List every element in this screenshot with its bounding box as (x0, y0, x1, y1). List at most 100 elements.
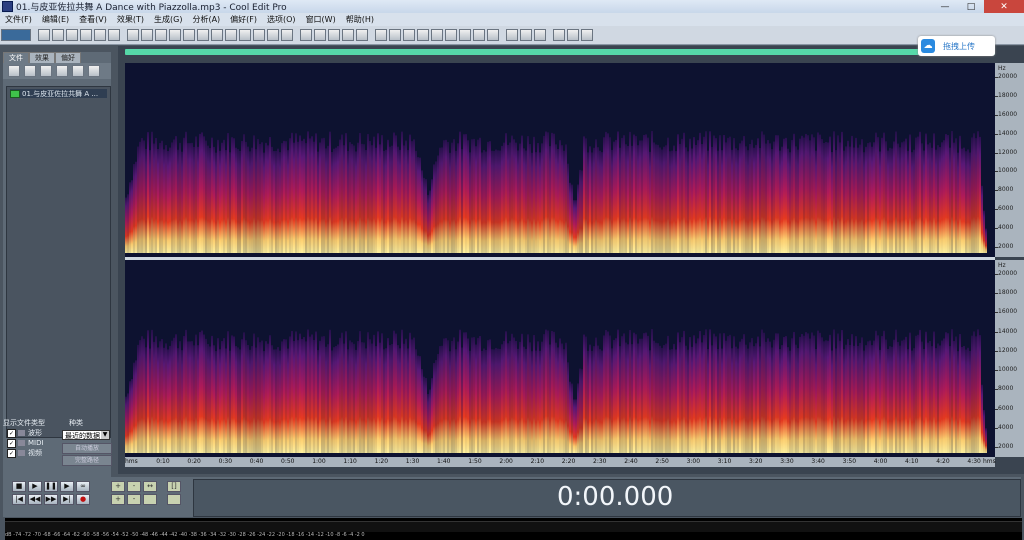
waveform-view-icon[interactable] (300, 29, 312, 41)
close-file-icon[interactable] (80, 29, 92, 41)
fx-special-icon[interactable] (473, 29, 485, 41)
multitrack-toggle-button[interactable] (1, 29, 31, 41)
spectrogram-right-channel[interactable] (125, 260, 995, 457)
cd-icon[interactable] (553, 29, 565, 41)
go-to-start-button[interactable]: |◀ (12, 494, 26, 505)
import-icon[interactable] (24, 65, 36, 77)
pan-view-icon[interactable] (328, 29, 340, 41)
silence-icon[interactable] (239, 29, 251, 41)
spectrum-column (709, 131, 711, 253)
fx-filter-icon[interactable] (417, 29, 429, 41)
paste-new-icon[interactable] (211, 29, 223, 41)
redo-icon[interactable] (141, 29, 153, 41)
info-icon[interactable] (88, 65, 100, 77)
play-file-icon[interactable] (72, 65, 84, 77)
checkbox-icon[interactable]: ✓ (7, 448, 16, 458)
autoplay-button[interactable]: 自动播放 (62, 443, 112, 454)
view-range-bar[interactable] (125, 49, 995, 55)
fast-forward-button[interactable]: ▶▶ (44, 494, 58, 505)
pause-button[interactable]: ❚❚ (44, 481, 58, 492)
list-item[interactable]: 01.与皮亚佐拉共舞 A ... (10, 89, 107, 98)
delete-icon[interactable] (253, 29, 265, 41)
zoom-selection-button[interactable]: [] (167, 481, 181, 492)
zoom-in-horizontal-button[interactable]: + (111, 481, 125, 492)
full-path-button[interactable]: 完整路径 (62, 455, 112, 466)
rewind-button[interactable]: ◀◀ (28, 494, 42, 505)
stop-button[interactable]: ■ (12, 481, 26, 492)
play-button[interactable]: ▶ (28, 481, 42, 492)
channel-view-icon[interactable] (356, 29, 368, 41)
cut-icon[interactable] (155, 29, 167, 41)
menu-view[interactable]: 查看(V) (74, 14, 112, 25)
mark-icon[interactable] (281, 29, 293, 41)
file-list[interactable]: 01.与皮亚佐拉共舞 A ... (6, 86, 111, 438)
spectral-view-icon[interactable] (314, 29, 326, 41)
spectrogram-left-channel[interactable] (125, 63, 995, 257)
list-icon[interactable] (56, 65, 68, 77)
menu-file[interactable]: 文件(F) (0, 14, 37, 25)
cloud-upload-button[interactable]: ☁ 拖拽上传 (918, 36, 995, 56)
close-icon[interactable] (40, 65, 52, 77)
spectrum-column (765, 143, 767, 253)
spectral-editor[interactable]: ☁ 拖拽上传 Hz 20000 18000 16000 14000 12000 10000 8… (118, 36, 1024, 474)
record-cd-icon[interactable] (567, 29, 579, 41)
zoom-in-vertical-button[interactable]: + (111, 494, 125, 505)
new-file-icon[interactable] (38, 29, 50, 41)
fx-pitch-icon[interactable] (445, 29, 457, 41)
menu-help[interactable]: 帮助(H) (341, 14, 379, 25)
phase-view-icon[interactable] (342, 29, 354, 41)
save-all-icon[interactable] (94, 29, 106, 41)
save-file-icon[interactable] (66, 29, 78, 41)
zoom-right-edge-button[interactable] (167, 494, 181, 505)
menu-window[interactable]: 窗口(W) (301, 14, 341, 25)
checkbox-icon[interactable]: ✓ (7, 428, 16, 438)
tab-files[interactable]: 文件 (3, 52, 29, 63)
mix-paste-icon[interactable] (197, 29, 209, 41)
menu-options[interactable]: 选项(O) (262, 14, 301, 25)
spectrum-column (841, 131, 843, 253)
fx-amplify-icon[interactable] (375, 29, 387, 41)
time-ruler[interactable]: hms 0:10 0:20 0:30 0:40 0:50 1:00 1:10 1:20 1:30 1… (125, 457, 996, 467)
menu-effects[interactable]: 效果(T) (112, 14, 149, 25)
fx-noise-icon[interactable] (431, 29, 443, 41)
paste-icon[interactable] (183, 29, 195, 41)
maximize-button[interactable]: □ (958, 0, 984, 13)
level-meter[interactable]: dB -74 -72 -70 -68 -66 -64 -62 -60 -58 -… (5, 518, 1022, 540)
menu-edit[interactable]: 编辑(E) (37, 14, 74, 25)
play-to-end-button[interactable]: ▶ (60, 481, 74, 492)
trim-icon[interactable] (225, 29, 237, 41)
loop-button[interactable]: ∞ (76, 481, 90, 492)
metronome-icon[interactable] (520, 29, 532, 41)
settings-icon[interactable] (506, 29, 518, 41)
go-to-end-button[interactable]: ▶| (60, 494, 74, 505)
sort-select[interactable]: 最近的数据 ▼ (62, 430, 110, 440)
copy-icon[interactable] (169, 29, 181, 41)
checkbox-icon[interactable]: ✓ (7, 438, 16, 448)
minimize-button[interactable]: — (932, 0, 958, 13)
help-icon[interactable] (534, 29, 546, 41)
close-button[interactable]: ✕ (984, 0, 1024, 13)
clipboard-icon[interactable] (267, 29, 279, 41)
fx-delay-icon[interactable] (389, 29, 401, 41)
spectrum-column (489, 141, 491, 253)
fx-echo-icon[interactable] (403, 29, 415, 41)
zoom-out-vertical-button[interactable]: - (127, 494, 141, 505)
menu-generate[interactable]: 生成(G) (149, 14, 187, 25)
tab-effects[interactable]: 效果 (29, 52, 55, 63)
open-folder-icon[interactable] (8, 65, 20, 77)
zoom-left-edge-button[interactable] (143, 494, 157, 505)
zoom-full-button[interactable]: ↔ (143, 481, 157, 492)
open-file-icon[interactable] (52, 29, 64, 41)
menu-analyze[interactable]: 分析(A) (187, 14, 225, 25)
zoom-out-horizontal-button[interactable]: - (127, 481, 141, 492)
chevron-down-icon[interactable]: ▼ (101, 431, 109, 439)
spectrum-column (773, 339, 775, 453)
analysis-icon[interactable] (581, 29, 593, 41)
undo-icon[interactable] (127, 29, 139, 41)
fx-reverb-icon[interactable] (459, 29, 471, 41)
record-button[interactable]: ● (76, 494, 90, 505)
menu-favorites[interactable]: 偏好(F) (225, 14, 262, 25)
properties-icon[interactable] (108, 29, 120, 41)
tab-favorites[interactable]: 偏好 (55, 52, 81, 63)
fx-time-icon[interactable] (487, 29, 499, 41)
